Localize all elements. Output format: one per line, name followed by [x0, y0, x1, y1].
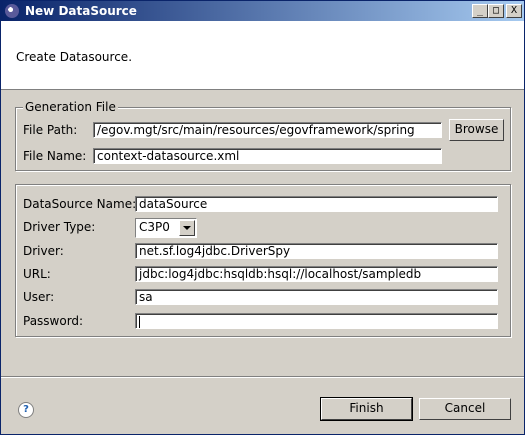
driver-type-value: C3P0: [139, 220, 170, 234]
footer-separator: [1, 376, 524, 378]
driver-field[interactable]: net.sf.log4jdbc.DriverSpy: [135, 243, 498, 259]
url-field[interactable]: jdbc:log4jdbc:hsqldb:hsql://localhost/sa…: [135, 266, 498, 282]
password-label: Password:: [23, 314, 84, 328]
driver-type-select[interactable]: C3P0: [135, 218, 197, 238]
maximize-button[interactable]: □: [488, 4, 504, 18]
user-field[interactable]: sa: [135, 289, 498, 305]
app-icon: [5, 4, 19, 18]
user-label: User:: [23, 290, 55, 304]
minimize-button[interactable]: _: [472, 4, 488, 18]
close-button[interactable]: X: [506, 4, 522, 18]
generation-file-legend: Generation File: [23, 100, 118, 114]
dialog-header: Create Datasource.: [1, 21, 524, 90]
header-message: Create Datasource.: [16, 50, 133, 64]
password-field[interactable]: [135, 313, 498, 329]
help-icon[interactable]: ?: [18, 402, 34, 418]
datasource-name-field[interactable]: dataSource: [135, 196, 498, 212]
text-caret: [139, 315, 140, 328]
window-title: New DataSource: [25, 4, 137, 18]
cancel-button[interactable]: Cancel: [419, 398, 511, 420]
driver-label: Driver:: [23, 244, 64, 258]
title-bar[interactable]: New DataSource _ □ X: [1, 1, 524, 21]
file-path-field[interactable]: /egov.mgt/src/main/resources/egovframewo…: [93, 122, 442, 138]
chevron-down-icon[interactable]: [179, 220, 195, 236]
finish-button[interactable]: Finish: [320, 397, 413, 421]
url-label: URL:: [23, 267, 51, 281]
datasource-name-label: DataSource Name:: [23, 197, 137, 211]
file-name-label: File Name:: [23, 149, 87, 163]
file-path-label: File Path:: [23, 123, 78, 137]
browse-button[interactable]: Browse: [449, 119, 504, 141]
driver-type-label: Driver Type:: [23, 220, 96, 234]
file-name-field[interactable]: context-datasource.xml: [93, 148, 442, 164]
new-datasource-dialog: New DataSource _ □ X Create Datasource. …: [0, 0, 525, 435]
